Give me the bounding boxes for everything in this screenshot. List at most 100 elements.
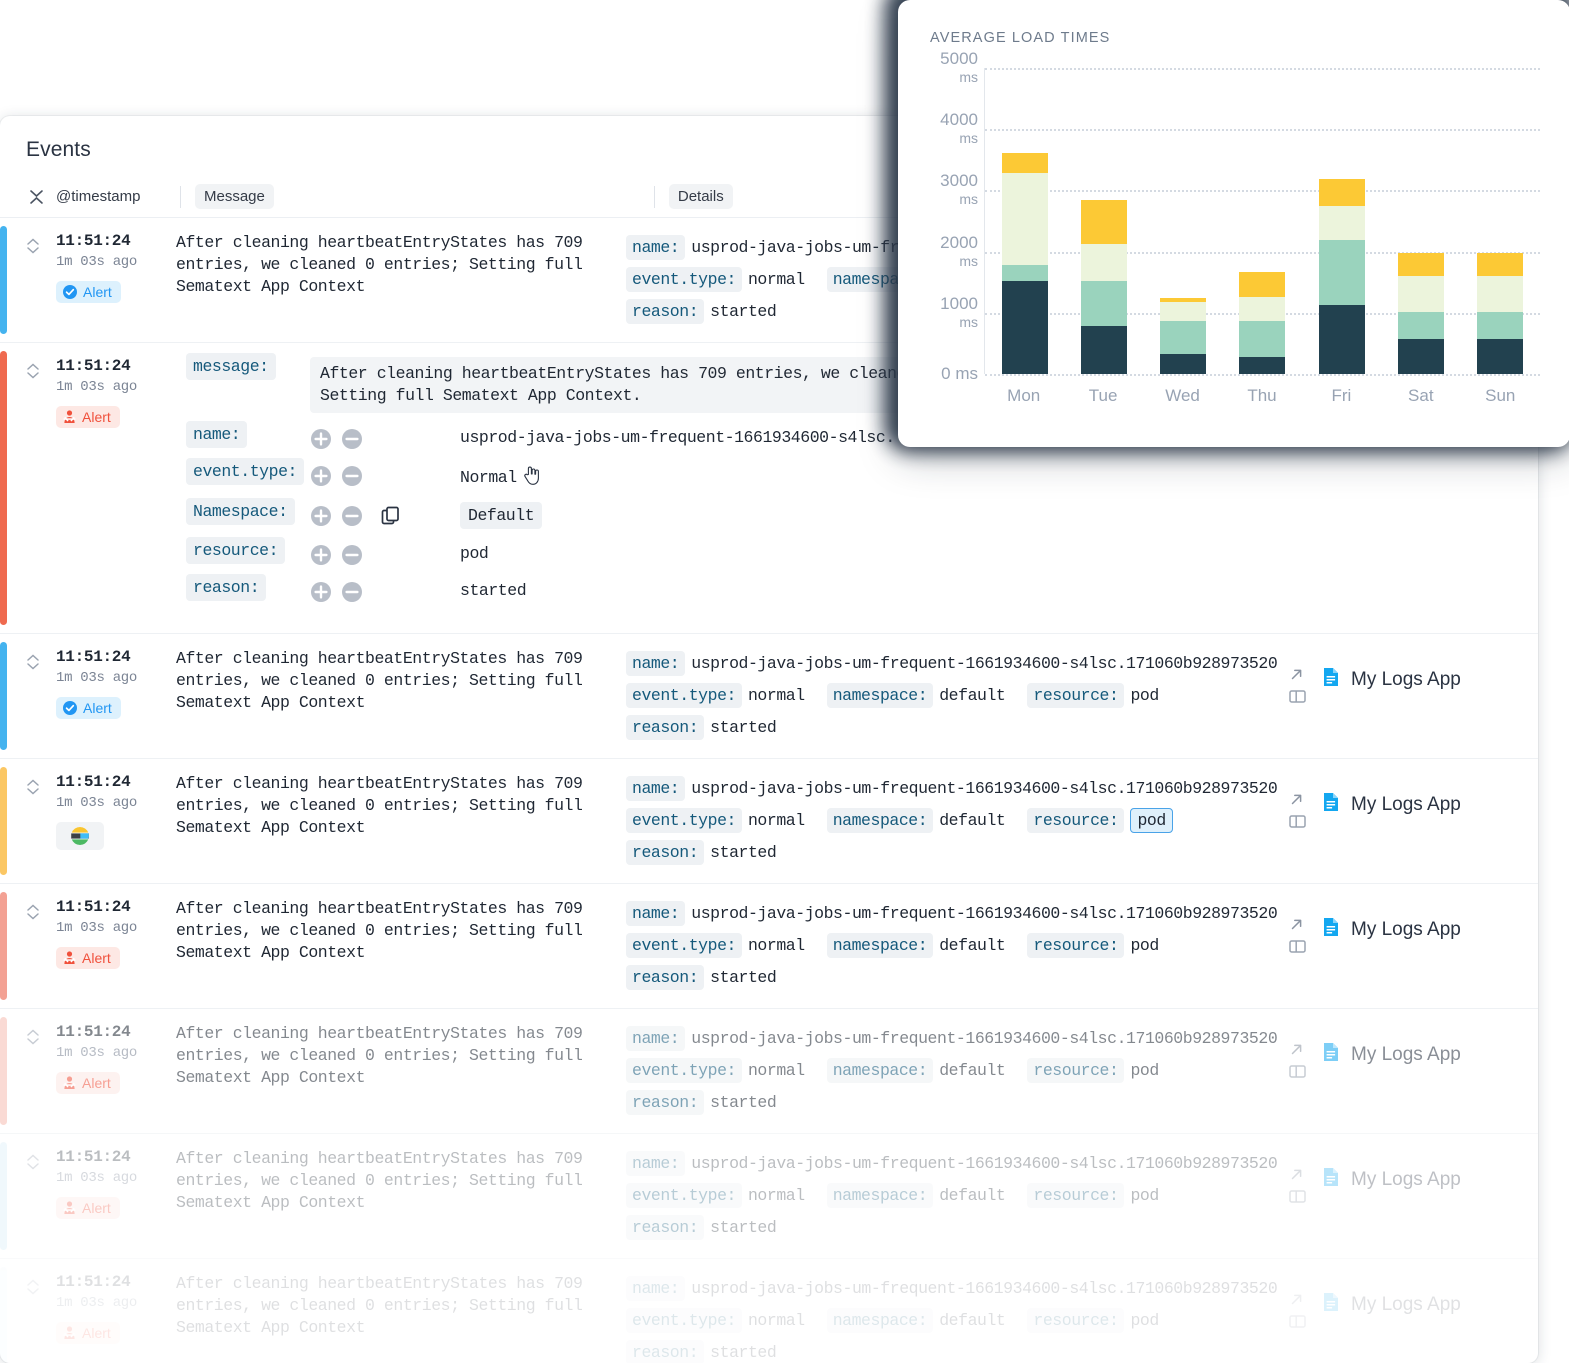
status-badge[interactable]: Alert <box>56 697 121 719</box>
table-row[interactable]: 11:51:24 1m 03s ago Alert After cleaning he… <box>0 634 1538 759</box>
field-key-event-type[interactable]: event.type: <box>626 683 742 708</box>
exclude-filter-icon[interactable] <box>341 581 363 603</box>
field-key-namespace[interactable]: namespace: <box>826 683 934 708</box>
chart-bar[interactable] <box>1080 199 1127 374</box>
field-value-resource[interactable]: pod <box>1130 1061 1159 1080</box>
field-key-event-type[interactable]: event.type: <box>626 267 742 292</box>
app-link[interactable]: My Logs App <box>1321 791 1461 819</box>
add-filter-icon[interactable] <box>310 544 332 566</box>
chart-bar[interactable] <box>1160 298 1207 374</box>
field-key-reason[interactable]: reason: <box>626 1215 705 1240</box>
app-link[interactable]: My Logs App <box>1321 916 1461 944</box>
table-row[interactable]: 11:51:24 1m 03s ago Alert After cleaning he… <box>0 1009 1538 1134</box>
column-header-details[interactable]: Details <box>668 184 733 209</box>
field-key-resource[interactable]: resource: <box>1027 808 1125 833</box>
exclude-filter-icon[interactable] <box>341 428 363 450</box>
open-external-icon[interactable] <box>1288 1041 1307 1058</box>
field-key-namespace[interactable]: namespace: <box>826 933 934 958</box>
field-key-reason[interactable]: reason: <box>626 840 705 865</box>
field-key-event-type[interactable]: event.type: <box>626 933 742 958</box>
field-value-resource[interactable]: pod <box>1130 1311 1159 1330</box>
field-key-name[interactable]: name: <box>626 901 686 926</box>
exclude-filter-icon[interactable] <box>341 544 363 566</box>
field-key-resource[interactable]: resource: <box>1027 1308 1125 1333</box>
app-link[interactable]: My Logs App <box>1321 1291 1461 1319</box>
status-badge[interactable]: Alert <box>56 406 120 428</box>
field-key-name[interactable]: name: <box>626 1026 686 1051</box>
field-key-resource[interactable]: resource: <box>1027 1058 1125 1083</box>
field-key-reason[interactable]: reason: <box>626 1340 705 1363</box>
field-key-namespace[interactable]: namespace: <box>826 808 934 833</box>
copy-icon[interactable] <box>380 505 402 527</box>
status-badge[interactable]: Alert <box>56 1197 120 1219</box>
open-external-icon[interactable] <box>1288 791 1307 808</box>
field-key-namespace[interactable]: namespace: <box>826 1058 934 1083</box>
field-key-reason[interactable]: reason: <box>626 299 705 324</box>
open-external-icon[interactable] <box>1288 1166 1307 1183</box>
field-key-reason[interactable]: reason: <box>626 715 705 740</box>
column-header-message[interactable]: Message <box>195 184 274 209</box>
row-expand-toggle-icon[interactable] <box>26 357 48 615</box>
table-row[interactable]: 11:51:24 1m 03s ago Alert After cleaning he… <box>0 1134 1538 1259</box>
status-badge[interactable]: Alert <box>56 281 121 303</box>
field-key-name[interactable]: name: <box>626 1276 686 1301</box>
field-key-name[interactable]: name: <box>626 776 686 801</box>
chart-bar[interactable] <box>1239 271 1286 374</box>
table-row[interactable]: 11:51:24 1m 03s ago Alert After cleaning he… <box>0 884 1538 1009</box>
add-filter-icon[interactable] <box>310 505 332 527</box>
field-value-resource[interactable]: pod <box>1130 686 1159 705</box>
open-external-icon[interactable] <box>1288 1291 1307 1308</box>
field-key-resource[interactable]: resource: <box>1027 933 1125 958</box>
open-external-icon[interactable] <box>1288 916 1307 933</box>
split-panel-icon[interactable] <box>1288 1312 1307 1331</box>
app-link[interactable]: My Logs App <box>1321 1166 1461 1194</box>
status-badge[interactable]: Alert <box>56 1072 120 1094</box>
add-filter-icon[interactable] <box>310 465 332 487</box>
field-key-reason[interactable]: reason: <box>626 965 705 990</box>
chart-bar[interactable] <box>1001 153 1048 374</box>
field-key-name[interactable]: name: <box>626 235 686 260</box>
row-expand-toggle-icon[interactable] <box>26 1023 48 1119</box>
status-badge[interactable]: Alert <box>56 1322 120 1344</box>
exclude-filter-icon[interactable] <box>341 465 363 487</box>
split-panel-icon[interactable] <box>1288 812 1307 831</box>
field-key-reason[interactable]: reason: <box>626 1090 705 1115</box>
chart-bar[interactable] <box>1477 252 1524 374</box>
field-key-event-type[interactable]: event.type: <box>626 1183 742 1208</box>
split-panel-icon[interactable] <box>1288 1062 1307 1081</box>
app-link[interactable]: My Logs App <box>1321 1041 1461 1069</box>
split-panel-icon[interactable] <box>1288 937 1307 956</box>
status-badge[interactable]: Alert <box>56 947 120 969</box>
field-key-name[interactable]: name: <box>626 651 686 676</box>
row-expand-toggle-icon[interactable] <box>26 1148 48 1244</box>
field-value-resource[interactable]: pod <box>1130 936 1159 955</box>
row-expand-toggle-icon[interactable] <box>26 773 48 869</box>
chart-bar[interactable] <box>1318 179 1365 374</box>
table-row[interactable]: 11:51:24 1m 03s ago After cleaning heartbe… <box>0 759 1538 884</box>
row-app-logo-badge[interactable] <box>56 822 104 850</box>
row-expand-toggle-icon[interactable] <box>26 898 48 994</box>
field-key-event-type[interactable]: event.type: <box>626 1308 742 1333</box>
add-filter-icon[interactable] <box>310 581 332 603</box>
open-external-icon[interactable] <box>1288 666 1307 683</box>
collapse-rows-icon[interactable] <box>26 188 46 206</box>
split-panel-icon[interactable] <box>1288 1187 1307 1206</box>
row-expand-toggle-icon[interactable] <box>26 648 48 744</box>
field-key-namespace[interactable]: namespace: <box>826 1183 934 1208</box>
split-panel-icon[interactable] <box>1288 687 1307 706</box>
field-value-resource[interactable]: pod <box>1130 1186 1159 1205</box>
field-key-namespace[interactable]: namespace: <box>826 1308 934 1333</box>
field-key-resource[interactable]: resource: <box>1027 683 1125 708</box>
add-filter-icon[interactable] <box>310 428 332 450</box>
chart-bar[interactable] <box>1398 252 1445 374</box>
app-link[interactable]: My Logs App <box>1321 666 1461 694</box>
row-expand-toggle-icon[interactable] <box>26 232 48 328</box>
exclude-filter-icon[interactable] <box>341 505 363 527</box>
table-row[interactable]: 11:51:24 1m 03s ago Alert After cleaning he… <box>0 1259 1538 1363</box>
row-expand-toggle-icon[interactable] <box>26 1273 48 1363</box>
field-key-event-type[interactable]: event.type: <box>626 808 742 833</box>
field-key-name[interactable]: name: <box>626 1151 686 1176</box>
field-key-event-type[interactable]: event.type: <box>626 1058 742 1083</box>
column-header-timestamp[interactable]: @timestamp <box>56 188 178 205</box>
field-value-resource[interactable]: pod <box>1130 808 1173 833</box>
